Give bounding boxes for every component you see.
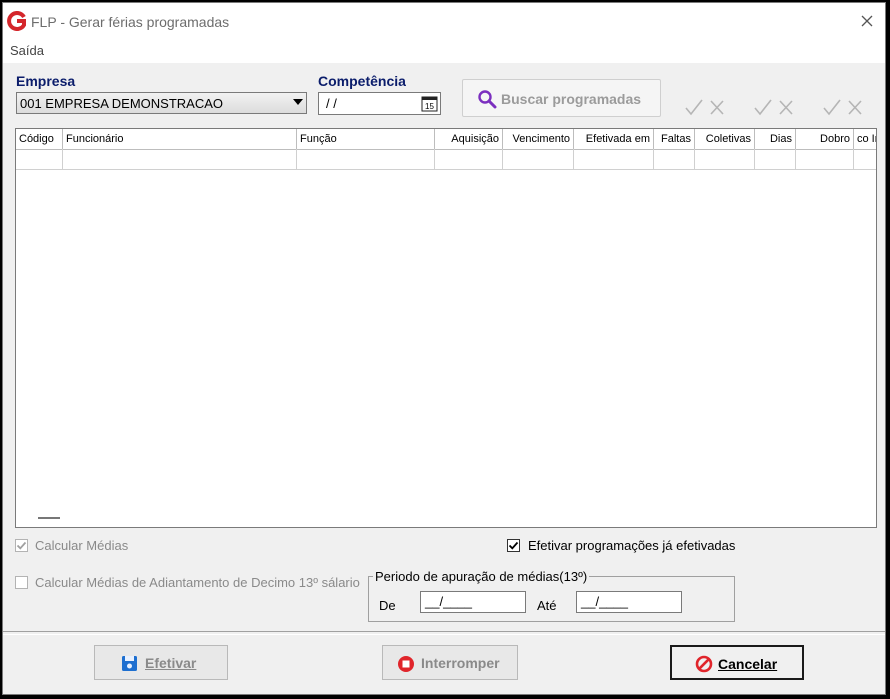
- col-funcao[interactable]: Função: [297, 129, 435, 149]
- calendar-icon[interactable]: 15: [421, 95, 438, 112]
- efetivar-ja-efetivadas-label: Efetivar programações já efetivadas: [528, 538, 736, 553]
- col-coletivas[interactable]: Coletivas: [695, 129, 755, 149]
- col-dias[interactable]: Dias: [755, 129, 796, 149]
- menu-saida[interactable]: Saída: [10, 43, 44, 58]
- grid-header: Código Funcionário Função Aquisição Venc…: [16, 129, 876, 150]
- periodo-de-input[interactable]: __/____: [420, 591, 526, 613]
- bottom-separator: [3, 631, 885, 635]
- col-efetivada-em[interactable]: Efetivada em: [574, 129, 654, 149]
- col-aquisicao[interactable]: Aquisição: [435, 129, 503, 149]
- efetivar-ja-efetivadas-checkbox[interactable]: [507, 539, 520, 552]
- efetivar-button[interactable]: Efetivar: [94, 645, 228, 680]
- col-funcionario[interactable]: Funcionário: [63, 129, 297, 149]
- x-icon: [710, 100, 724, 115]
- close-icon[interactable]: [857, 11, 877, 31]
- cancelar-button[interactable]: Cancelar: [670, 645, 804, 680]
- col-dobro[interactable]: Dobro: [796, 129, 854, 149]
- check-icon: [16, 541, 27, 550]
- chevron-down-icon[interactable]: [293, 99, 303, 105]
- stop-icon: [398, 656, 414, 672]
- efetivar-label: Efetivar: [145, 655, 197, 671]
- col-codigo[interactable]: Código: [16, 129, 63, 149]
- interromper-button[interactable]: Interromper: [382, 645, 518, 680]
- check-x-pair-1: [685, 99, 724, 116]
- save-icon: [122, 656, 137, 671]
- cancel-icon: [695, 655, 713, 673]
- scroll-grip[interactable]: [38, 517, 60, 519]
- check-icon: [685, 99, 703, 116]
- check-x-pair-2: [754, 99, 793, 116]
- empresa-select[interactable]: 001 EMPRESA DEMONSTRACAO: [16, 92, 307, 114]
- col-vencimento[interactable]: Vencimento: [503, 129, 574, 149]
- search-icon: [478, 90, 497, 109]
- x-icon: [848, 100, 862, 115]
- competencia-input[interactable]: / / 15: [318, 92, 441, 115]
- periodo-de-value: __/____: [425, 594, 472, 609]
- col-abono[interactable]: co In: [854, 129, 876, 149]
- check-icon: [823, 99, 841, 116]
- empresa-value: 001 EMPRESA DEMONSTRACAO: [20, 96, 223, 111]
- check-x-pair-3: [823, 99, 862, 116]
- empresa-label: Empresa: [16, 73, 76, 89]
- periodo-ate-value: __/____: [581, 594, 628, 609]
- app-logo-icon: [7, 11, 26, 31]
- table-row[interactable]: [16, 149, 876, 170]
- dialog-window: FLP - Gerar férias programadas Saída Emp…: [2, 2, 886, 695]
- interromper-label: Interromper: [421, 655, 500, 671]
- cancelar-label: Cancelar: [718, 656, 778, 672]
- de-label: De: [379, 598, 396, 613]
- competencia-label: Competência: [318, 73, 406, 89]
- col-faltas[interactable]: Faltas: [654, 129, 695, 149]
- buscar-label: Buscar programadas: [501, 91, 642, 107]
- competencia-value: / /: [326, 96, 337, 111]
- buscar-programadas-button[interactable]: Buscar programadas: [462, 79, 661, 117]
- x-icon: [779, 100, 793, 115]
- ferias-grid[interactable]: Código Funcionário Função Aquisição Venc…: [15, 128, 877, 528]
- periodo-title: Periodo de apuração de médias(13º): [373, 569, 590, 584]
- menu-bar: Saída: [3, 39, 885, 63]
- calcular-medias-label: Calcular Médias: [35, 538, 129, 553]
- calendar-day: 15: [425, 102, 434, 111]
- calcular-medias-checkbox[interactable]: [15, 539, 28, 552]
- calcular-medias-adiantamento-checkbox[interactable]: [15, 576, 28, 589]
- periodo-ate-input[interactable]: __/____: [576, 591, 682, 613]
- title-bar: FLP - Gerar férias programadas: [3, 3, 885, 39]
- window-title: FLP - Gerar férias programadas: [31, 14, 230, 30]
- ate-label: Até: [537, 598, 557, 613]
- calcular-medias-adiantamento-label: Calcular Médias de Adiantamento de Decim…: [35, 575, 360, 590]
- check-icon: [508, 541, 519, 550]
- check-icon: [754, 99, 772, 116]
